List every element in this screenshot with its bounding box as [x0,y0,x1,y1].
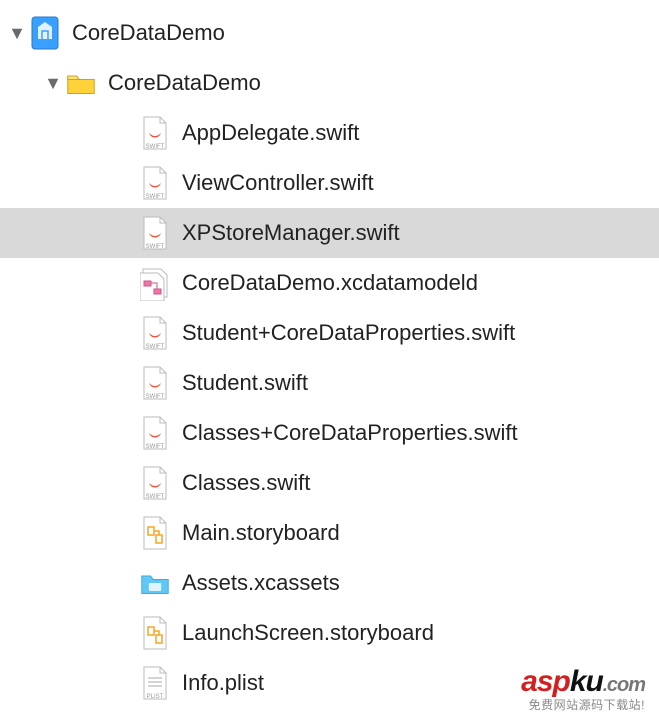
svg-text:SWIFT: SWIFT [146,144,165,150]
tree-row-file[interactable]: ▼ Assets.xcassets [0,558,659,608]
tree-label: LaunchScreen.storyboard [182,620,434,646]
swift-file-icon: SWIFT [140,365,170,401]
folder-icon [66,65,96,101]
svg-text:SWIFT: SWIFT [146,344,165,350]
swift-file-icon: SWIFT [140,415,170,451]
tree-label: CoreDataDemo [108,70,261,96]
tree-row-group[interactable]: ▼ CoreDataDemo [0,58,659,108]
tree-label: Classes.swift [182,470,310,496]
svg-text:SWIFT: SWIFT [146,194,165,200]
swift-file-icon: SWIFT [140,465,170,501]
swift-file-icon: SWIFT [140,215,170,251]
tree-label: Info.plist [182,670,264,696]
swift-file-icon: SWIFT [140,115,170,151]
watermark-tagline: 免费网站源码下载站! [521,699,645,711]
svg-text:SWIFT: SWIFT [146,394,165,400]
tree-label: Student+CoreDataProperties.swift [182,320,515,346]
datamodel-icon [140,265,170,301]
tree-row-file[interactable]: ▼ SWIFT Classes.swift [0,458,659,508]
tree-label: Main.storyboard [182,520,340,546]
tree-row-file[interactable]: ▼ CoreDataDemo.xcdatamodeld [0,258,659,308]
tree-row-file[interactable]: ▼ SWIFT AppDelegate.swift [0,108,659,158]
svg-text:SWIFT: SWIFT [146,444,165,450]
tree-label: CoreDataDemo [72,20,225,46]
tree-row-file[interactable]: ▼ SWIFT Student.swift [0,358,659,408]
storyboard-icon [140,615,170,651]
swift-file-icon: SWIFT [140,315,170,351]
watermark-brand: asp [521,665,570,698]
tree-label: Assets.xcassets [182,570,340,596]
watermark-brand: ku [570,665,603,698]
tree-label: CoreDataDemo.xcdatamodeld [182,270,478,296]
tree-label: ViewController.swift [182,170,374,196]
tree-row-file[interactable]: ▼ LaunchScreen.storyboard [0,608,659,658]
watermark: aspku.com 免费网站源码下载站! [521,667,645,711]
svg-text:PLIST: PLIST [147,694,164,700]
tree-label: Classes+CoreDataProperties.swift [182,420,518,446]
tree-row-file[interactable]: ▼ SWIFT Student+CoreDataProperties.swift [0,308,659,358]
tree-row-file[interactable]: ▼ Main.storyboard [0,508,659,558]
disclosure-triangle-icon[interactable]: ▼ [8,23,26,44]
tree-row-file-selected[interactable]: ▼ SWIFT XPStoreManager.swift [0,208,659,258]
svg-text:SWIFT: SWIFT [146,494,165,500]
swift-file-icon: SWIFT [140,165,170,201]
plist-icon: PLIST [140,665,170,701]
tree-row-file[interactable]: ▼ SWIFT ViewController.swift [0,158,659,208]
tree-label: XPStoreManager.swift [182,220,400,246]
xcode-project-icon [30,15,60,51]
project-navigator[interactable]: ▼ CoreDataDemo ▼ CoreDataDemo ▼ SWIFT Ap… [0,0,659,708]
tree-label: Student.swift [182,370,308,396]
disclosure-triangle-icon[interactable]: ▼ [44,73,62,94]
storyboard-icon [140,515,170,551]
tree-label: AppDelegate.swift [182,120,359,146]
svg-text:SWIFT: SWIFT [146,244,165,250]
assets-icon [140,565,170,601]
tree-row-file[interactable]: ▼ SWIFT Classes+CoreDataProperties.swift [0,408,659,458]
tree-row-project[interactable]: ▼ CoreDataDemo [0,8,659,58]
